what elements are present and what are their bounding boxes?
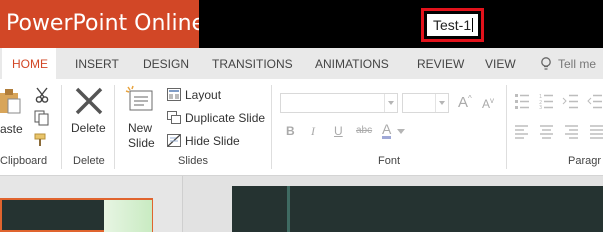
font-family-dropdown[interactable] [280,93,398,113]
format-painter-icon[interactable] [34,133,50,147]
cut-icon[interactable] [34,87,50,103]
new-slide-label-line1[interactable]: New [128,121,152,135]
slide-accent-line [287,186,290,232]
filename-field[interactable]: Test-1 [427,14,478,36]
copy-icon[interactable] [34,110,50,126]
group-label-font: Font [378,155,401,167]
font-size-dropdown[interactable] [402,93,449,113]
app-title[interactable]: PowerPoint Online [0,0,199,48]
hide-slide-button[interactable]: Hide Slide [185,134,240,148]
ribbon: aste Clipboard Delete Delete New Slide L… [0,79,603,176]
lightbulb-icon [541,57,551,70]
paste-label[interactable]: aste [0,122,23,136]
group-label-clipboard: Clipboard [0,155,48,167]
font-color-button[interactable]: A [382,122,392,139]
duplicate-slide-button[interactable]: Duplicate Slide [185,111,265,125]
svg-text:3: 3 [539,105,542,109]
layout-icon[interactable] [167,88,181,101]
tab-animations[interactable]: ANIMATIONS [315,48,389,79]
tab-view[interactable]: VIEW [485,48,516,79]
paste-icon[interactable] [0,87,22,115]
tab-transitions[interactable]: TRANSITIONS [212,48,293,79]
group-label-slides: Slides [178,155,208,167]
tell-me-search[interactable]: Tell me [540,48,596,79]
paragraph-list-icons[interactable]: 123 [515,93,603,109]
workspace [0,176,603,232]
bold-button[interactable]: B [286,124,295,138]
italic-button[interactable]: I [311,124,315,139]
alignment-icons[interactable] [515,125,603,139]
tab-insert[interactable]: INSERT [75,48,119,79]
chevron-down-icon [435,94,448,112]
delete-button[interactable]: Delete [71,121,106,135]
hide-slide-icon[interactable] [167,134,181,147]
ribbon-tab-bar: HOME INSERT DESIGN TRANSITIONS ANIMATION… [0,48,603,79]
tell-me-placeholder: Tell me [558,57,597,71]
shrink-font-label: A [482,97,491,111]
thumbnail-highlight [104,200,152,232]
title-bar: PowerPoint Online Test-1 [0,0,603,48]
new-slide-label-line2[interactable]: Slide [128,136,155,150]
tab-home[interactable]: HOME [2,48,56,79]
slide-canvas[interactable] [232,186,603,232]
grow-font-button[interactable]: A^ [458,94,472,111]
delete-x-icon[interactable] [74,87,104,115]
duplicate-slide-icon[interactable] [167,111,181,124]
slide-thumbnail-pane [0,176,183,232]
strikethrough-button[interactable]: abc [356,125,372,136]
new-slide-icon[interactable] [124,85,154,113]
chevron-down-icon [384,94,397,112]
group-label-delete: Delete [73,155,105,167]
layout-button[interactable]: Layout [185,88,221,102]
grow-font-label: A [458,94,469,111]
group-label-paragraph: Paragr [568,155,602,167]
tab-design[interactable]: DESIGN [143,48,189,79]
underline-button[interactable]: U [334,124,343,138]
group-divider [61,85,62,169]
shrink-font-button[interactable]: Av [482,96,494,111]
text-caret [472,18,474,32]
slide-thumbnail[interactable] [0,198,153,232]
tab-review[interactable]: REVIEW [417,48,464,79]
group-divider [114,85,115,169]
filename-highlight-box: Test-1 [421,8,484,42]
chevron-down-icon[interactable] [397,129,405,134]
group-divider [506,85,507,169]
group-divider [271,85,272,169]
filename-text: Test-1 [433,17,472,33]
